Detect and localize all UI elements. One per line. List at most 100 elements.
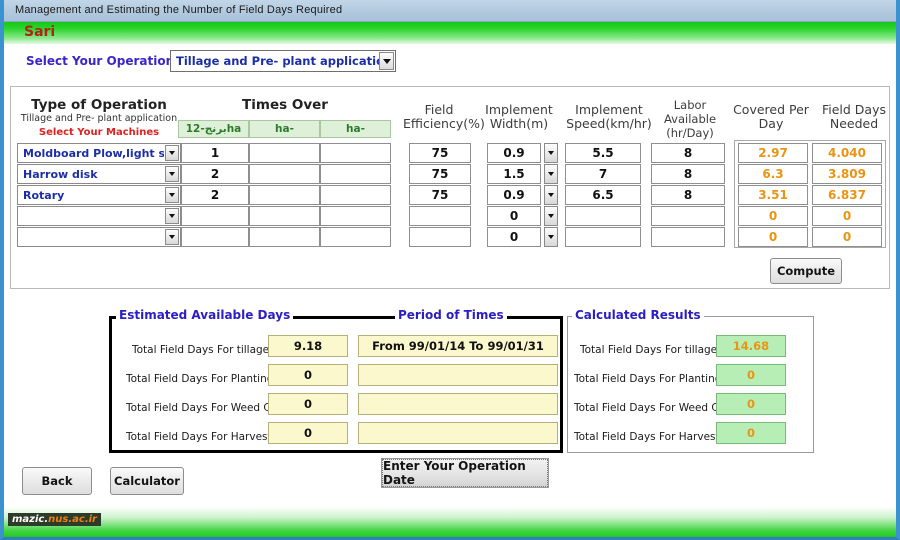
covered-per-day-cell-row-2: 6.3 bbox=[738, 164, 808, 184]
period-field-3[interactable] bbox=[358, 393, 558, 415]
machine-dropdown-row-1[interactable]: Moldboard Plow,light soil bbox=[17, 143, 181, 163]
times-over-cell-r3c1[interactable]: 2 bbox=[181, 185, 249, 205]
column-header-type-of-operation: Type of Operation Tillage and Pre- plant… bbox=[20, 97, 178, 138]
covered-per-day-cell-row-5: 0 bbox=[738, 227, 808, 247]
machine-dropdown-row-3[interactable]: Rotary bbox=[17, 185, 181, 205]
calculated-results-label: Calculated Results bbox=[572, 308, 704, 322]
chevron-down-icon[interactable] bbox=[165, 145, 179, 161]
column-header-field-days-needed: Field Days Needed bbox=[821, 102, 887, 131]
implement-speed-cell-row-4[interactable] bbox=[565, 206, 641, 226]
field-efficiency-cell-row-5[interactable] bbox=[409, 227, 471, 247]
labor-available-cell-row-5[interactable] bbox=[651, 227, 725, 247]
times-over-subheader-1: برنج-12ha bbox=[178, 120, 249, 138]
estimated-days-field-2[interactable]: 0 bbox=[268, 364, 348, 386]
implement-speed-cell-row-2[interactable]: 7 bbox=[565, 164, 641, 184]
window-title: Management and Estimating the Number of … bbox=[15, 4, 343, 16]
implement-width-spinner-row-4[interactable] bbox=[544, 206, 558, 226]
period-field-1[interactable]: From 99/01/14 To 99/01/31 bbox=[358, 335, 558, 357]
operation-dropdown-value: Tillage and Pre- plant application bbox=[176, 54, 379, 68]
site-watermark: mazic.nus.ac.ir bbox=[8, 513, 101, 526]
times-over-cell-r4c1[interactable] bbox=[181, 206, 249, 226]
machines-table-panel: Type of Operation Tillage and Pre- plant… bbox=[10, 86, 890, 289]
estimated-row-label-2: Total Field Days For Planting bbox=[126, 373, 274, 385]
estimated-days-field-4[interactable]: 0 bbox=[268, 422, 348, 444]
implement-width-spinner-row-1[interactable] bbox=[544, 143, 558, 163]
times-over-cell-r1c3[interactable] bbox=[320, 143, 391, 163]
covered-per-day-cell-row-3: 3.51 bbox=[738, 185, 808, 205]
labor-available-cell-row-3[interactable]: 8 bbox=[651, 185, 725, 205]
operation-dropdown[interactable]: Tillage and Pre- plant application bbox=[170, 50, 396, 72]
implement-width-spinner-row-2[interactable] bbox=[544, 164, 558, 184]
times-over-cell-r4c2[interactable] bbox=[249, 206, 320, 226]
results-panel: Estimated Available Days Period of Times… bbox=[10, 296, 890, 504]
machine-dropdown-row-4[interactable] bbox=[17, 206, 181, 226]
times-over-cell-r1c2[interactable] bbox=[249, 143, 320, 163]
period-field-2[interactable] bbox=[358, 364, 558, 386]
implement-width-cell-row-4[interactable]: 0 bbox=[487, 206, 541, 226]
implement-width-spinner-row-3[interactable] bbox=[544, 185, 558, 205]
field-efficiency-cell-row-1[interactable]: 75 bbox=[409, 143, 471, 163]
labor-available-cell-row-2[interactable]: 8 bbox=[651, 164, 725, 184]
enter-operation-date-label: Enter Your Operation Date bbox=[382, 459, 548, 487]
times-over-cell-r5c3[interactable] bbox=[320, 227, 391, 247]
calculated-value-field-1: 14.68 bbox=[716, 335, 786, 357]
column-header-labor-available: Labor Available (hr/Day) bbox=[663, 98, 717, 140]
times-over-cell-r4c3[interactable] bbox=[320, 206, 391, 226]
implement-width-cell-row-2[interactable]: 1.5 bbox=[487, 164, 541, 184]
machine-dropdown-row-5[interactable] bbox=[17, 227, 181, 247]
operation-selector-row: Select Your Operation : Tillage and Pre-… bbox=[4, 46, 896, 84]
times-over-cell-r5c1[interactable] bbox=[181, 227, 249, 247]
machine-dropdown-row-2[interactable]: Harrow disk bbox=[17, 164, 181, 184]
times-over-cell-r2c2[interactable] bbox=[249, 164, 320, 184]
watermark-part-1: mazic. bbox=[12, 514, 49, 525]
field-days-needed-cell-row-2: 3.809 bbox=[812, 164, 882, 184]
type-of-operation-subtitle: Tillage and Pre- plant application bbox=[20, 113, 178, 124]
calculated-row-label-1: Total Field Days For tillage bbox=[580, 344, 718, 356]
chevron-down-icon[interactable] bbox=[165, 208, 179, 224]
machine-dropdown-value-row-3: Rotary bbox=[23, 188, 65, 202]
times-over-subheader-3: ha- bbox=[320, 120, 391, 138]
field-days-needed-cell-row-4: 0 bbox=[812, 206, 882, 226]
column-header-covered-per-day: Covered Per Day bbox=[733, 102, 809, 131]
times-over-cell-r1c1[interactable]: 1 bbox=[181, 143, 249, 163]
select-machines-hint: Select Your Machines bbox=[38, 127, 160, 138]
times-over-cell-r2c3[interactable] bbox=[320, 164, 391, 184]
chevron-down-icon[interactable] bbox=[165, 187, 179, 203]
times-over-subheader-2: ha- bbox=[249, 120, 320, 138]
estimated-available-days-label: Estimated Available Days bbox=[116, 308, 294, 322]
implement-width-cell-row-1[interactable]: 0.9 bbox=[487, 143, 541, 163]
period-field-4[interactable] bbox=[358, 422, 558, 444]
implement-width-cell-row-3[interactable]: 0.9 bbox=[487, 185, 541, 205]
implement-width-spinner-row-5[interactable] bbox=[544, 227, 558, 247]
estimated-days-field-1[interactable]: 9.18 bbox=[268, 335, 348, 357]
times-over-cell-r5c2[interactable] bbox=[249, 227, 320, 247]
implement-width-cell-row-5[interactable]: 0 bbox=[487, 227, 541, 247]
column-header-field-efficiency: Field Efficiency(%) bbox=[403, 102, 485, 131]
field-days-needed-cell-row-5: 0 bbox=[812, 227, 882, 247]
calculated-value-field-3: 0 bbox=[716, 393, 786, 415]
labor-available-cell-row-4[interactable] bbox=[651, 206, 725, 226]
enter-operation-date-button[interactable]: Enter Your Operation Date bbox=[381, 458, 549, 488]
machine-dropdown-value-row-1: Moldboard Plow,light soil bbox=[23, 146, 164, 160]
field-efficiency-cell-row-4[interactable] bbox=[409, 206, 471, 226]
times-over-cell-r2c1[interactable]: 2 bbox=[181, 164, 249, 184]
calculated-value-field-4: 0 bbox=[716, 422, 786, 444]
back-button[interactable]: Back bbox=[22, 467, 92, 495]
calculated-value-field-2: 0 bbox=[716, 364, 786, 386]
chevron-down-icon[interactable] bbox=[379, 52, 394, 70]
field-efficiency-cell-row-2[interactable]: 75 bbox=[409, 164, 471, 184]
labor-available-cell-row-1[interactable]: 8 bbox=[651, 143, 725, 163]
field-days-needed-cell-row-3: 6.837 bbox=[812, 185, 882, 205]
implement-speed-cell-row-1[interactable]: 5.5 bbox=[565, 143, 641, 163]
times-over-cell-r3c3[interactable] bbox=[320, 185, 391, 205]
chevron-down-icon[interactable] bbox=[165, 229, 179, 245]
implement-speed-cell-row-5[interactable] bbox=[565, 227, 641, 247]
calculator-button[interactable]: Calculator bbox=[110, 467, 184, 495]
times-over-cell-r3c2[interactable] bbox=[249, 185, 320, 205]
watermark-part-2: nus.ac.ir bbox=[48, 514, 97, 525]
chevron-down-icon[interactable] bbox=[165, 166, 179, 182]
estimated-days-field-3[interactable]: 0 bbox=[268, 393, 348, 415]
field-efficiency-cell-row-3[interactable]: 75 bbox=[409, 185, 471, 205]
compute-button[interactable]: Compute bbox=[770, 258, 842, 284]
implement-speed-cell-row-3[interactable]: 6.5 bbox=[565, 185, 641, 205]
